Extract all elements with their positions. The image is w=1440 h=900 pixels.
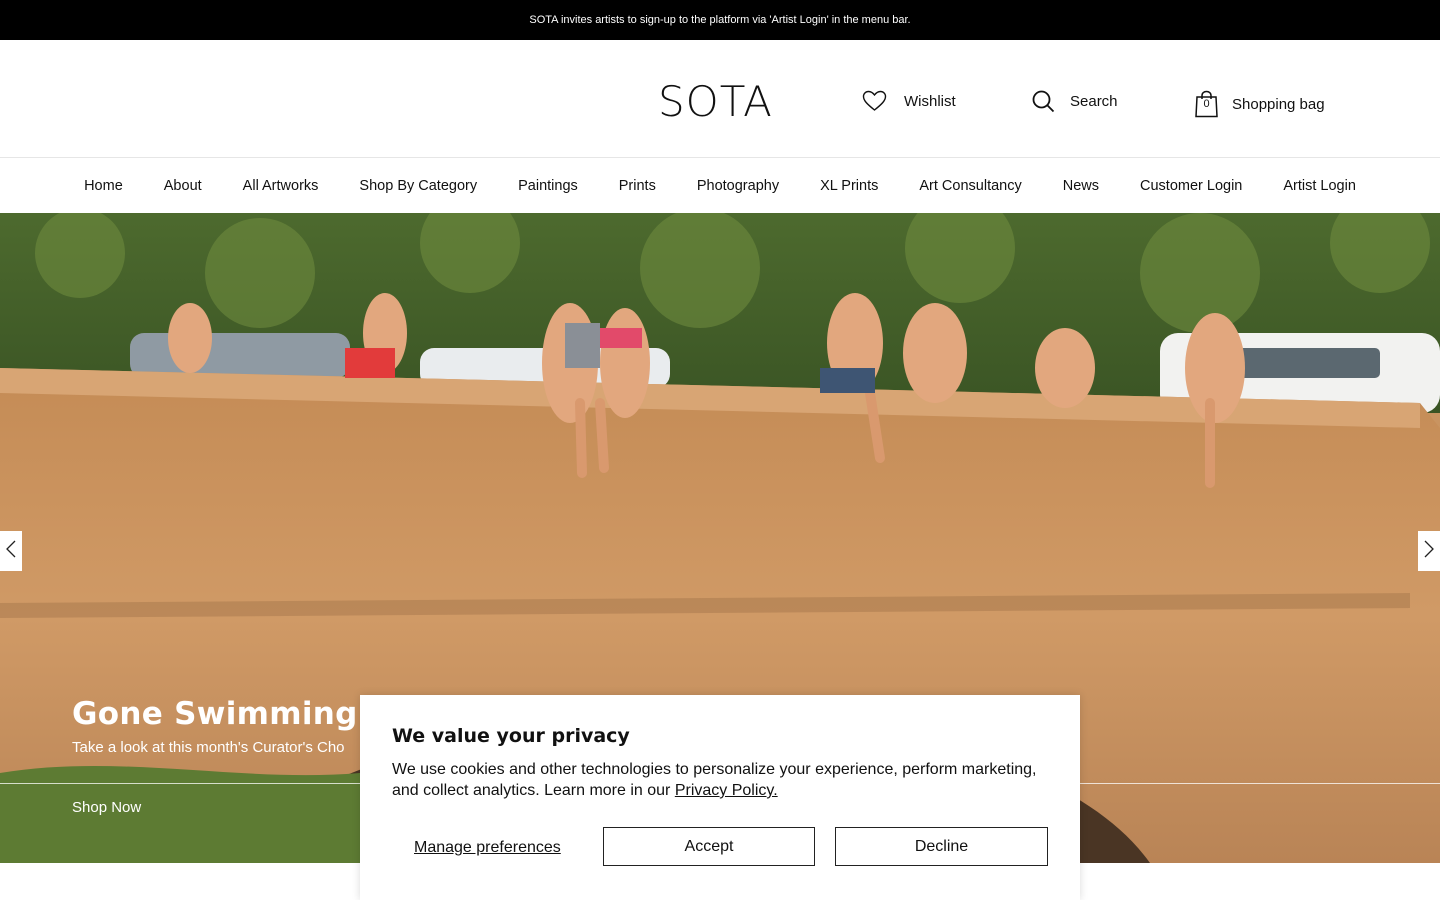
shop-now-link[interactable]: Shop Now <box>72 799 141 816</box>
main-nav: Home About All Artworks Shop By Category… <box>0 158 1440 213</box>
nav-art-consultancy[interactable]: Art Consultancy <box>919 178 1021 194</box>
nav-prints[interactable]: Prints <box>619 178 656 194</box>
nav-photography[interactable]: Photography <box>697 178 779 194</box>
heart-icon <box>862 90 887 112</box>
announcement-text: SOTA invites artists to sign-up to the p… <box>529 14 911 26</box>
search-button[interactable]: Search <box>1032 90 1118 113</box>
accept-button[interactable]: Accept <box>603 827 815 866</box>
search-icon <box>1032 90 1055 113</box>
nav-customer-login[interactable]: Customer Login <box>1140 178 1242 194</box>
nav-about[interactable]: About <box>164 178 202 194</box>
site-logo[interactable]: SOTA <box>658 79 773 125</box>
nav-shop-by-category[interactable]: Shop By Category <box>359 178 477 194</box>
nav-all-artworks[interactable]: All Artworks <box>243 178 319 194</box>
nav-xl-prints[interactable]: XL Prints <box>820 178 878 194</box>
privacy-policy-link[interactable]: Privacy Policy. <box>675 782 778 799</box>
slider-next-button[interactable] <box>1418 531 1440 571</box>
cookie-banner: We value your privacy We use cookies and… <box>360 695 1080 900</box>
cookie-text: We use cookies and other technologies to… <box>392 759 1052 801</box>
manage-preferences-link[interactable]: Manage preferences <box>414 839 561 857</box>
site-header: SOTA Wishlist Search 0 Shopping bag <box>0 40 1440 158</box>
wishlist-label: Wishlist <box>904 92 956 110</box>
decline-button[interactable]: Decline <box>835 827 1048 866</box>
hero-title: Gone Swimming <box>72 696 358 732</box>
chevron-left-icon <box>6 540 16 563</box>
announcement-bar: SOTA invites artists to sign-up to the p… <box>0 0 1440 40</box>
search-label: Search <box>1070 93 1118 110</box>
hero-subtitle: Take a look at this month's Curator's Ch… <box>72 739 345 756</box>
nav-artist-login[interactable]: Artist Login <box>1283 178 1356 194</box>
nav-home[interactable]: Home <box>84 178 123 194</box>
nav-paintings[interactable]: Paintings <box>518 178 578 194</box>
shopping-bag-button[interactable]: 0 Shopping bag <box>1194 90 1325 118</box>
cookie-title: We value your privacy <box>392 725 630 747</box>
chevron-right-icon <box>1424 540 1434 563</box>
bag-count-badge: 0 <box>1203 98 1210 110</box>
shopping-bag-label: Shopping bag <box>1232 95 1325 113</box>
nav-news[interactable]: News <box>1063 178 1099 194</box>
wishlist-button[interactable]: Wishlist <box>862 90 956 112</box>
slider-prev-button[interactable] <box>0 531 22 571</box>
